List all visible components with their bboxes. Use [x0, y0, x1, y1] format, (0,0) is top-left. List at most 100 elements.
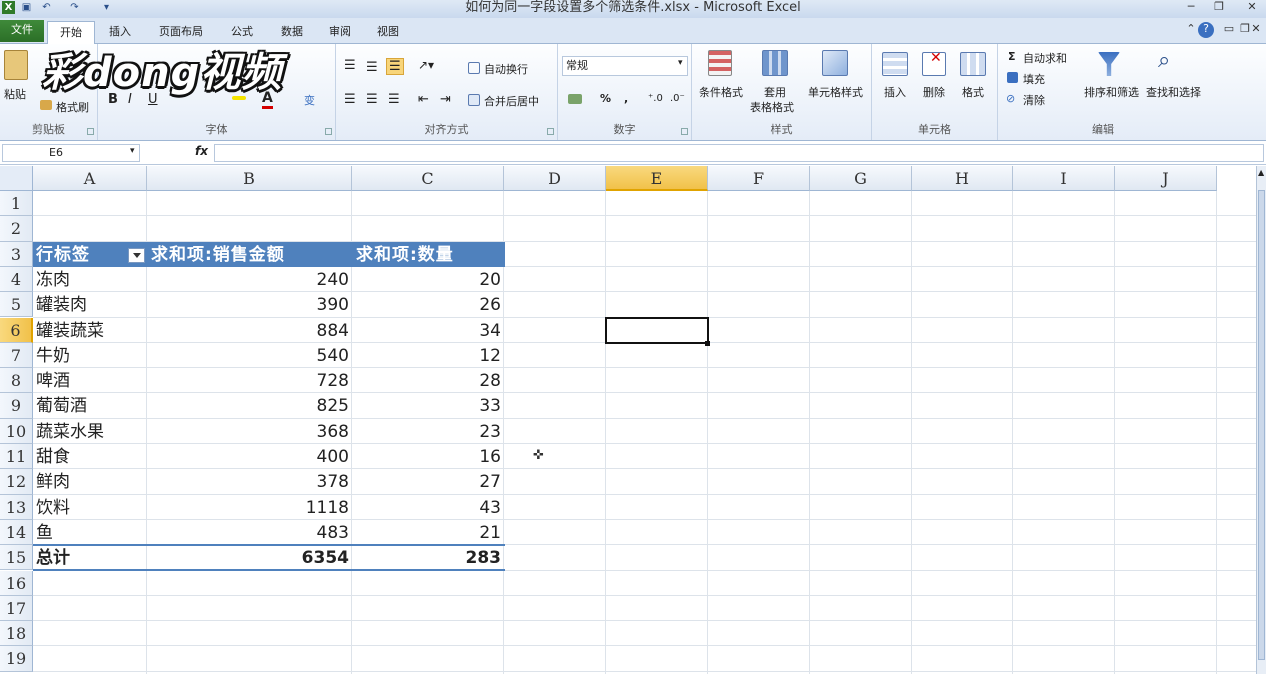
name-box[interactable]: E6 [2, 144, 140, 162]
tab-formulas[interactable]: 公式 [220, 21, 264, 44]
pivot-row-qty[interactable]: 23 [353, 419, 505, 444]
pivot-row-label[interactable]: 饮料 [33, 495, 147, 520]
find-select-button[interactable]: 查找和选择 [1146, 84, 1201, 100]
pivot-header-row-labels[interactable]: 行标签 [33, 242, 133, 267]
pivot-row-qty[interactable]: 28 [353, 368, 505, 393]
pivot-total-label[interactable]: 总计 [33, 545, 147, 570]
pivot-row-label[interactable]: 啤酒 [33, 368, 147, 393]
number-format-select[interactable]: 常规 [562, 56, 688, 76]
vertical-scrollbar[interactable]: ▲ [1256, 166, 1266, 674]
insert-cells-button[interactable]: 插入 [884, 84, 906, 100]
pivot-row-sales[interactable]: 368 [148, 419, 353, 444]
pivot-header-qty-sum[interactable]: 求和项:数量 [353, 242, 503, 267]
clear-button[interactable]: 清除 [1023, 92, 1045, 108]
column-header-g[interactable]: G [810, 166, 912, 191]
decrease-decimal-icon[interactable]: .0⁻ [670, 93, 685, 104]
wrap-text-icon[interactable] [468, 62, 480, 74]
autosum-icon[interactable]: Σ [1008, 50, 1016, 63]
column-header-d[interactable]: D [504, 166, 606, 191]
column-header-b[interactable]: B [147, 166, 352, 191]
format-cells-icon[interactable] [960, 52, 986, 76]
percent-button[interactable]: % [600, 92, 611, 105]
row-header-7[interactable]: 7 [0, 342, 33, 369]
tab-insert[interactable]: 插入 [100, 21, 140, 44]
fill-icon[interactable] [1007, 72, 1018, 83]
close-button[interactable]: ✕ [1238, 0, 1266, 16]
format-as-table-line1[interactable]: 套用 [764, 84, 786, 100]
pivot-row-label[interactable]: 冻肉 [33, 267, 147, 292]
row-header-13[interactable]: 13 [0, 494, 33, 520]
pivot-row-sales[interactable]: 400 [148, 444, 353, 469]
column-header-j[interactable]: J [1115, 166, 1217, 191]
pivot-row-qty[interactable]: 43 [353, 495, 505, 520]
minimize-button[interactable]: ─ [1180, 0, 1202, 16]
align-left-icon[interactable]: ☰ [344, 92, 356, 107]
pivot-row-qty[interactable]: 21 [353, 520, 505, 545]
pivot-row-label[interactable]: 葡萄酒 [33, 393, 147, 418]
row-header-14[interactable]: 14 [0, 519, 33, 546]
pivot-row-sales[interactable]: 728 [148, 368, 353, 393]
increase-decimal-icon[interactable]: ⁺.0 [648, 93, 663, 104]
alignment-launcher-icon[interactable] [547, 128, 554, 135]
worksheet-grid[interactable]: ABCDEFGHIJ 1 2 3 4 5 6 7 8 9 10 11 12 13 14 15 16 17 18 19… [0, 166, 1256, 674]
tab-review[interactable]: 审阅 [318, 21, 362, 44]
restore-button[interactable]: ❐ [1208, 0, 1230, 16]
cell-styles-button[interactable]: 单元格样式 [808, 84, 863, 100]
tab-home[interactable]: 开始 [47, 21, 95, 45]
pivot-row-qty[interactable]: 16 [353, 444, 505, 469]
row-header-10[interactable]: 10 [0, 418, 33, 444]
pivot-row-qty[interactable]: 33 [353, 393, 505, 418]
column-header-c[interactable]: C [352, 166, 504, 191]
row-header-3[interactable]: 3 [0, 241, 33, 267]
row-header-18[interactable]: 18 [0, 621, 33, 647]
accounting-format-icon[interactable] [568, 94, 582, 104]
column-header-i[interactable]: I [1013, 166, 1115, 191]
paste-icon[interactable] [4, 50, 28, 80]
column-header-f[interactable]: F [708, 166, 810, 191]
sort-filter-button[interactable]: 排序和筛选 [1084, 84, 1139, 100]
delete-cells-button[interactable]: 删除 [923, 84, 945, 100]
active-cell-e6[interactable] [605, 317, 709, 344]
pivot-row-sales[interactable]: 540 [148, 343, 353, 368]
pivot-row-label[interactable]: 罐装肉 [33, 292, 147, 317]
cell-styles-icon[interactable] [822, 50, 848, 76]
help-icon[interactable]: ? [1198, 22, 1214, 38]
row-header-9[interactable]: 9 [0, 393, 33, 419]
pivot-row-label[interactable]: 甜食 [33, 444, 147, 469]
number-format-dropdown-icon[interactable]: ▾ [678, 58, 683, 68]
column-header-e[interactable]: E [606, 166, 708, 191]
column-header-h[interactable]: H [912, 166, 1013, 191]
tab-data[interactable]: 数据 [270, 21, 314, 44]
row-header-19[interactable]: 19 [0, 646, 33, 672]
pivot-row-sales[interactable]: 483 [148, 520, 353, 545]
decrease-indent-icon[interactable]: ⇤ [418, 92, 429, 107]
row-header-5[interactable]: 5 [0, 292, 33, 318]
align-bottom-icon[interactable]: ☰ [386, 58, 404, 75]
row-header-17[interactable]: 17 [0, 595, 33, 622]
pivot-row-sales[interactable]: 378 [148, 469, 353, 494]
format-as-table-icon[interactable] [762, 50, 788, 76]
fill-handle[interactable] [705, 341, 710, 346]
pivot-row-qty[interactable]: 20 [353, 267, 505, 292]
clipboard-launcher-icon[interactable] [87, 128, 94, 135]
pivot-total-qty[interactable]: 283 [353, 545, 505, 570]
pivot-total-sales[interactable]: 6354 [148, 545, 353, 570]
row-header-8[interactable]: 8 [0, 368, 33, 394]
pivot-row-sales[interactable]: 390 [148, 292, 353, 317]
autosum-button[interactable]: 自动求和 [1023, 50, 1067, 66]
pivot-row-sales[interactable]: 884 [148, 318, 353, 343]
font-launcher-icon[interactable] [325, 128, 332, 135]
row-header-6[interactable]: 6 [0, 317, 33, 343]
align-middle-icon[interactable]: ☰ [366, 60, 378, 75]
fill-button[interactable]: 填充 [1023, 71, 1045, 87]
scroll-thumb[interactable] [1258, 190, 1265, 660]
column-header-a[interactable]: A [33, 166, 147, 191]
find-select-icon[interactable]: ⌕ [1158, 48, 1170, 73]
format-as-table-line2[interactable]: 表格格式 [750, 99, 794, 115]
pivot-row-label[interactable]: 蔬菜水果 [33, 419, 147, 444]
tab-view[interactable]: 视图 [366, 21, 410, 44]
pivot-row-qty[interactable]: 27 [353, 469, 505, 494]
paste-button[interactable]: 粘贴 [4, 86, 26, 102]
row-label-filter-dropdown-icon[interactable] [128, 248, 145, 263]
comma-button[interactable]: , [624, 92, 628, 105]
